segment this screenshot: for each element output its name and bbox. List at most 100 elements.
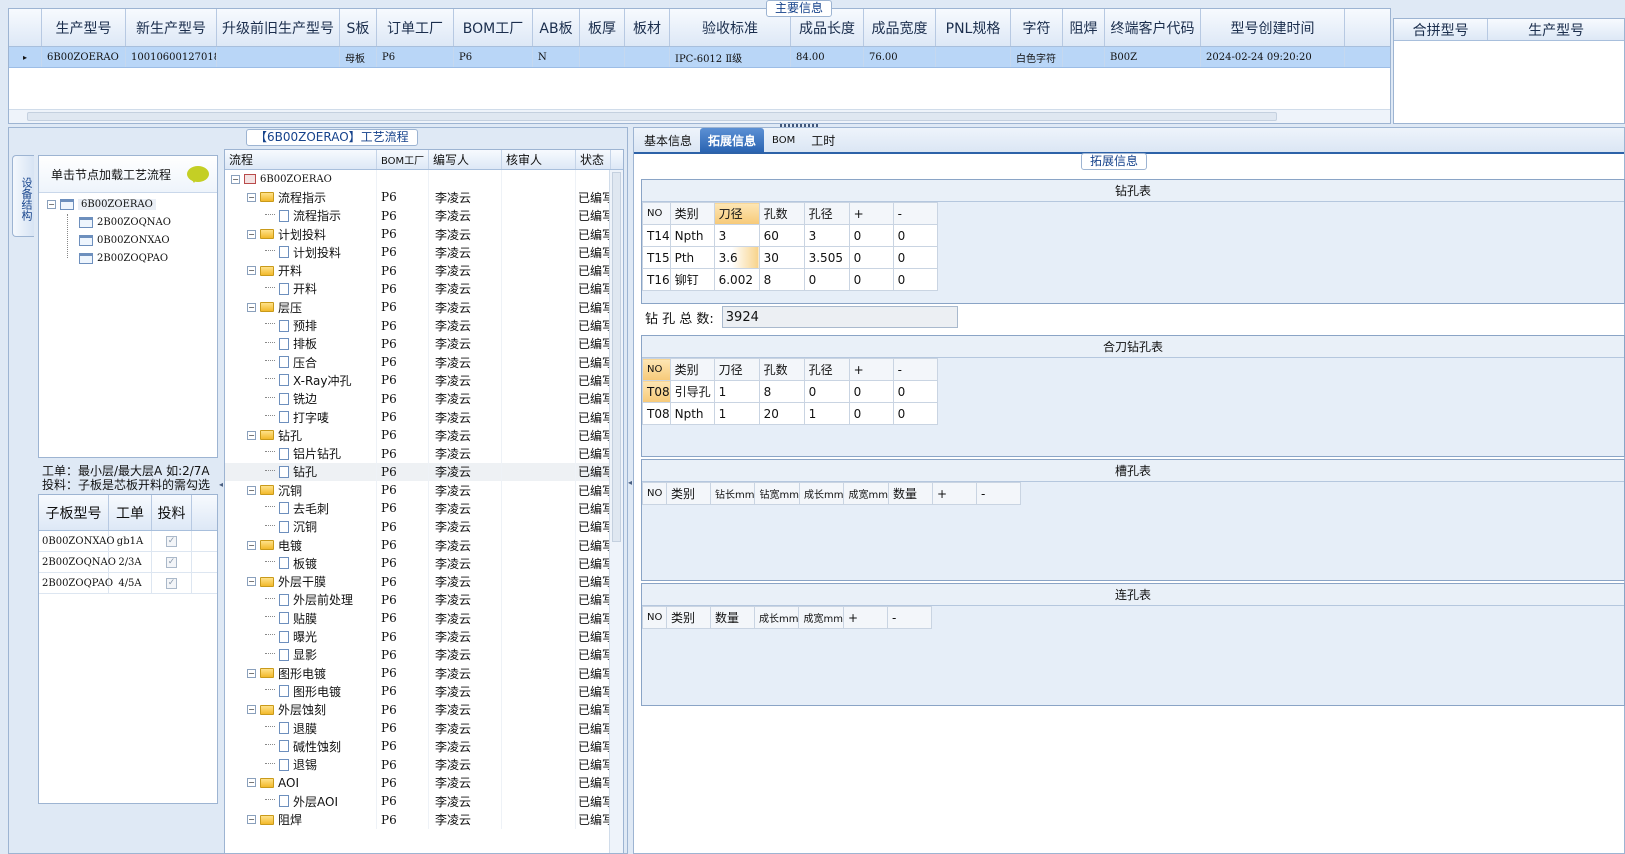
grid-cell[interactable]: 6B00ZOERAO xyxy=(42,47,126,67)
flow-row[interactable]: 压合 P6 李凌云 已编写 xyxy=(225,352,623,372)
main-grid-row[interactable]: ▸ 6B00ZOERAO 10010600127018 母板 P6 P6 N IPC-601… xyxy=(9,47,1390,68)
table-cell[interactable]: 1 xyxy=(713,380,760,403)
collapse-icon[interactable]: − xyxy=(247,302,256,312)
splitter-arrow-icon[interactable]: ◂ xyxy=(219,480,223,494)
speech-bubble-icon[interactable] xyxy=(187,166,209,183)
table-header-cell[interactable]: 类别 xyxy=(669,202,715,225)
column-header[interactable]: 板厚 xyxy=(580,9,625,46)
column-header[interactable]: PNL规格 xyxy=(936,9,1011,46)
table-header-cell[interactable]: 成长mm xyxy=(798,482,845,505)
table-cell[interactable]: 引导孔 xyxy=(669,380,715,403)
table-cell[interactable]: 0 xyxy=(892,402,938,425)
table-cell[interactable]: 30 xyxy=(758,246,805,269)
grid-cell[interactable]: P6 xyxy=(454,47,533,67)
table-header-cell[interactable]: - xyxy=(892,202,938,225)
grid-cell[interactable]: 白色字符 xyxy=(1011,47,1063,67)
table-header-cell[interactable]: 成宽mm xyxy=(843,482,889,505)
feed-checkbox[interactable]: ✓ xyxy=(166,577,177,589)
table-header-cell[interactable]: 数量 xyxy=(887,482,933,505)
flow-row[interactable]: 排板 P6 李凌云 已编写 xyxy=(225,334,623,353)
table-header-cell[interactable]: + xyxy=(931,482,977,505)
collapse-icon[interactable]: − xyxy=(247,705,256,715)
flow-row[interactable]: − 计划投料 P6 李凌云 已编写 xyxy=(225,224,623,244)
collapse-icon[interactable]: − xyxy=(247,778,256,788)
table-cell[interactable]: 1 xyxy=(713,402,760,425)
bom-factory-header[interactable]: BOM工厂 xyxy=(377,150,429,169)
grid-cell[interactable]: P6 xyxy=(377,47,454,67)
sub-board-row[interactable]: 2B00ZOQPAO 4/5A ✓ xyxy=(39,573,217,594)
column-header[interactable]: 型号创建时间 xyxy=(1201,9,1345,46)
grid-cell[interactable] xyxy=(1063,47,1105,67)
table-cell[interactable]: 1 xyxy=(803,402,850,425)
table-header-cell[interactable]: 孔径 xyxy=(803,202,850,225)
flow-row[interactable]: 图形电镀 P6 李凌云 已编写 xyxy=(225,682,623,701)
table-header-cell[interactable]: NO xyxy=(642,358,671,381)
flow-row[interactable]: − 层压 P6 李凌云 已编写 xyxy=(225,298,623,317)
table-header-cell[interactable]: 刀径 xyxy=(713,202,760,225)
flow-row[interactable]: 铣边 P6 李凌云 已编写 xyxy=(225,389,623,408)
tab-3[interactable]: 工时 xyxy=(803,128,843,152)
column-header[interactable]: 字符 xyxy=(1011,9,1063,46)
table-cell[interactable]: 0 xyxy=(848,224,894,247)
table-cell[interactable]: 8 xyxy=(758,380,805,403)
table-cell[interactable]: T16 xyxy=(642,268,671,291)
table-header-cell[interactable]: - xyxy=(975,482,1021,505)
table-header-cell[interactable]: 孔数 xyxy=(758,202,805,225)
flow-row[interactable]: 铝片钻孔 P6 李凌云 已编写 xyxy=(225,444,623,463)
flow-row[interactable]: − 开料 P6 李凌云 已编写 xyxy=(225,261,623,280)
flow-row[interactable]: − 流程指示 P6 李凌云 已编写 xyxy=(225,188,623,207)
table-header-cell[interactable]: - xyxy=(886,606,932,629)
grid-cell[interactable]: N xyxy=(533,47,580,67)
grid-cell[interactable]: 10010600127018 xyxy=(126,47,217,67)
table-row[interactable]: T14 Npth 3 60 3 0 0 xyxy=(642,224,938,247)
collapse-icon[interactable]: − xyxy=(247,485,256,495)
collapse-icon[interactable]: − xyxy=(247,266,256,276)
table-cell[interactable]: 8 xyxy=(758,268,805,291)
flow-row[interactable]: 沉铜 P6 李凌云 已编写 xyxy=(225,517,623,536)
grid-cell[interactable]: IPC-6012 Ⅱ级 xyxy=(670,47,791,67)
collapse-icon[interactable]: − xyxy=(247,192,256,202)
feed-checkbox[interactable]: ✓ xyxy=(166,556,177,568)
flow-header[interactable]: 流程 xyxy=(225,150,377,169)
grid-cell[interactable]: 2024-02-24 09:20:20 xyxy=(1201,47,1345,67)
flow-row[interactable]: 钻孔 P6 李凌云 已编写 xyxy=(225,462,623,482)
flow-root-row[interactable]: − 6B00ZOERAO xyxy=(225,170,623,189)
sub-model-header[interactable]: 子板型号 xyxy=(39,495,109,530)
collapse-icon[interactable]: − xyxy=(247,540,256,550)
vertical-scrollbar[interactable] xyxy=(609,170,623,853)
drill-total-field[interactable]: 3924 xyxy=(721,306,958,328)
flow-row[interactable]: 流程指示 P6 李凌云 已编写 xyxy=(225,206,623,225)
flow-row[interactable]: 显影 P6 李凌云 已编写 xyxy=(225,645,623,665)
flow-row[interactable]: 预排 P6 李凌云 已编写 xyxy=(225,316,623,335)
table-cell[interactable]: 6.002 xyxy=(713,268,760,291)
work-order-cell[interactable]: 2/3A xyxy=(109,552,152,572)
flow-row[interactable]: 打字唛 P6 李凌云 已编写 xyxy=(225,407,623,427)
feed-checkbox[interactable]: ✓ xyxy=(166,535,177,547)
sub-board-row[interactable]: 2B00ZOQNAO 2/3A ✓ xyxy=(39,552,217,573)
work-order-header[interactable]: 工单 xyxy=(109,495,152,530)
tree-child-node[interactable]: 2B00ZOQNAO xyxy=(79,214,171,230)
flow-row[interactable]: 外层AOI P6 李凌云 已编写 xyxy=(225,792,623,811)
reviewer-header[interactable]: 核审人 xyxy=(502,150,576,169)
flow-row[interactable]: 开料 P6 李凌云 已编写 xyxy=(225,279,623,299)
flow-row[interactable]: 去毛刺 P6 李凌云 已编写 xyxy=(225,499,623,518)
merge-model-header[interactable]: 合拼型号 xyxy=(1394,19,1489,40)
grid-cell[interactable]: 母板 xyxy=(340,47,377,67)
table-cell[interactable]: 0 xyxy=(892,380,938,403)
table-row[interactable]: T15 Pth 3.6 30 3.505 0 0 xyxy=(642,246,938,269)
table-cell[interactable]: 0 xyxy=(892,268,938,291)
grid-cell[interactable] xyxy=(217,47,340,67)
table-cell[interactable]: 0 xyxy=(848,402,894,425)
column-header[interactable]: BOM工厂 xyxy=(454,9,533,46)
table-cell[interactable]: T08 xyxy=(642,380,671,403)
grid-cell[interactable]: 84.00 xyxy=(791,47,864,67)
table-cell[interactable]: 0 xyxy=(803,268,850,291)
table-header-cell[interactable]: 类别 xyxy=(666,606,711,629)
table-header-cell[interactable]: NO xyxy=(642,482,667,505)
equipment-structure-tab[interactable]: 设备结构 xyxy=(12,155,34,237)
tree-child-node[interactable]: 0B00ZONXAO xyxy=(79,232,170,248)
column-header[interactable]: 升级前旧生产型号 xyxy=(217,9,340,46)
writer-header[interactable]: 编写人 xyxy=(429,150,502,169)
table-cell[interactable]: 0 xyxy=(848,246,894,269)
table-header-cell[interactable]: - xyxy=(892,358,938,381)
